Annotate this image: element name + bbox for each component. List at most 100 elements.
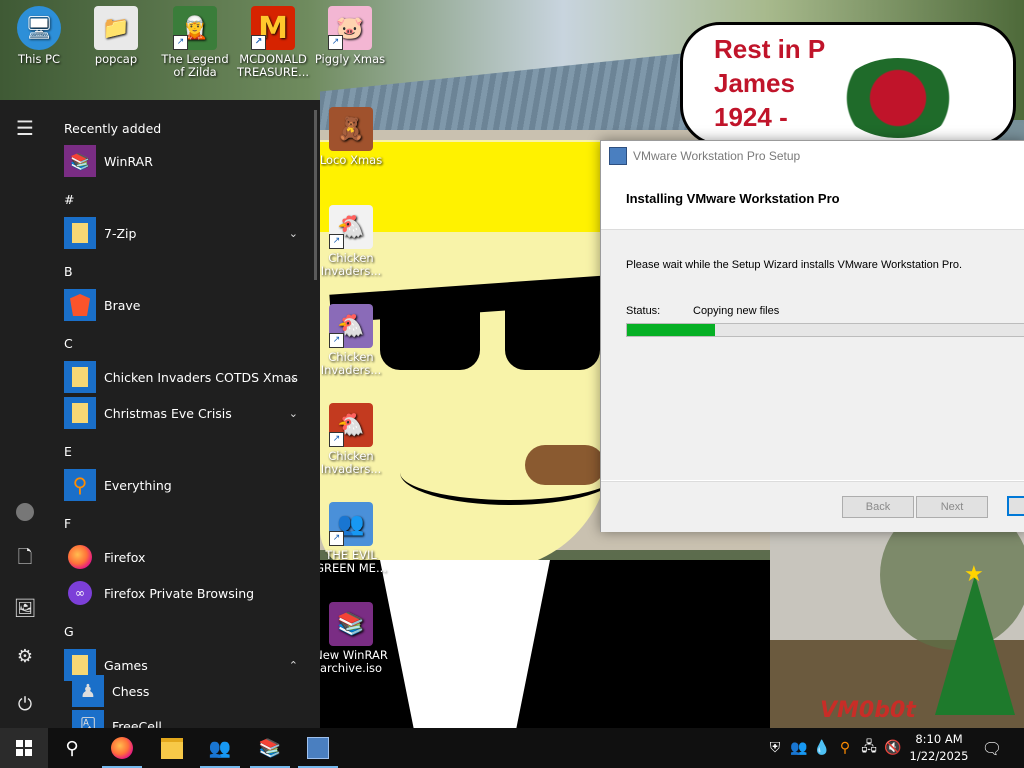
start-menu: ☰ 🗋 🖼 ⚙ ⏻ Recently added 📚 WinRAR # 7-Zi… — [0, 100, 320, 742]
section-header-b[interactable]: B — [64, 264, 73, 279]
taskbar-winrar[interactable]: 📚 — [246, 728, 294, 768]
pictures-button[interactable]: 🖼 — [0, 588, 50, 628]
app-item-7zip[interactable]: 7-Zip ⌄ — [64, 215, 310, 251]
setup-heading: Installing VMware Workstation Pro — [626, 191, 840, 206]
search-icon: ⚲ — [65, 737, 79, 759]
rip-line-1: Rest in P — [714, 34, 826, 64]
app-item-firefox[interactable]: Firefox — [64, 539, 310, 575]
firefox-icon — [111, 737, 133, 759]
app-item-chess[interactable]: ♟ Chess — [72, 675, 302, 707]
desktop-icon-mcdonald-treasure[interactable]: M ↗ MCDONALD TREASURE... — [235, 6, 311, 79]
cartoon-mouth — [400, 440, 620, 505]
taskbar-file-explorer[interactable] — [148, 728, 196, 768]
notification-icon[interactable]: 🗨 — [978, 728, 1006, 768]
section-header-c[interactable]: C — [64, 336, 73, 351]
desktop-icon-label: Chicken Invaders... — [320, 350, 382, 377]
folder-icon — [64, 217, 96, 249]
documents-button[interactable]: 🗋 — [0, 540, 50, 580]
setup-icon — [609, 147, 627, 165]
cartoon-glasses-left — [380, 300, 480, 370]
settings-button[interactable]: ⚙ — [0, 636, 50, 676]
chevron-down-icon: ⌄ — [288, 406, 298, 420]
progress-fill — [627, 324, 715, 336]
desktop-icon-legend-of-zilda[interactable]: 🧝 ↗ The Legend of Zilda — [157, 6, 233, 79]
app-label: Chicken Invaders COTDS Xmas — [104, 369, 298, 385]
desktop-icon-chicken-invaders-1[interactable]: 🐔 ↗ Chicken Invaders... — [313, 205, 389, 278]
folder-icon — [64, 361, 96, 393]
taskbar-firefox[interactable] — [98, 728, 146, 768]
folder-icon — [64, 397, 96, 429]
gear-icon: ⚙ — [16, 645, 34, 667]
chevron-up-icon: ⌃ — [288, 658, 298, 672]
taskbar-people-app[interactable]: 👥 — [196, 728, 244, 768]
tray-security-icon[interactable]: ⛨ — [764, 728, 786, 768]
watermark: VM0b0t — [820, 698, 916, 723]
window-titlebar[interactable]: VMware Workstation Pro Setup — [601, 141, 1024, 171]
desktop-icon-evil-green-me[interactable]: 👥 ↗ THE EVIL GREEN ME... — [313, 502, 389, 575]
app-item-christmas-eve-crisis[interactable]: Christmas Eve Crisis ⌄ — [64, 395, 310, 431]
windows-logo-icon — [16, 740, 32, 756]
desktop-icon-label: MCDONALD TREASURE... — [236, 52, 310, 79]
mcdonalds-icon: M ↗ — [251, 6, 295, 50]
private-browsing-icon: ∞ — [64, 577, 96, 609]
winrar-icon: 📚 — [64, 145, 96, 177]
app-item-firefox-private[interactable]: ∞ Firefox Private Browsing — [64, 575, 310, 611]
section-header-e[interactable]: E — [64, 444, 72, 459]
chicken-icon: 🐔 ↗ — [329, 304, 373, 348]
taskbar-search-button[interactable]: ⚲ — [48, 728, 96, 768]
desktop-icon-popcap[interactable]: 📁 popcap — [78, 6, 154, 66]
section-header-g[interactable]: G — [64, 624, 74, 639]
user-account-button[interactable] — [0, 492, 50, 532]
desktop-icon-chicken-invaders-2[interactable]: 🐔 ↗ Chicken Invaders... — [313, 304, 389, 377]
desktop-icon-piggly-xmas[interactable]: 🐷 ↗ Piggly Xmas — [312, 6, 388, 66]
start-menu-rail: ☰ 🗋 🖼 ⚙ ⏻ — [0, 100, 50, 728]
app-item-everything[interactable]: ⚲ Everything — [64, 467, 310, 503]
app-list-scrollbar[interactable] — [314, 110, 317, 280]
next-button[interactable]: Next — [916, 496, 988, 518]
cartoon-glasses-right — [505, 300, 600, 370]
chess-icon: ♟ — [72, 675, 104, 707]
back-button[interactable]: Back — [842, 496, 914, 518]
people-icon: 👥 ↗ — [329, 502, 373, 546]
app-item-winrar[interactable]: 📚 WinRAR — [64, 143, 310, 179]
tray-search-icon[interactable]: ⚲ — [834, 728, 856, 768]
power-button[interactable]: ⏻ — [0, 684, 50, 724]
pig-icon: 🐷 ↗ — [328, 6, 372, 50]
cancel-button[interactable] — [1007, 496, 1024, 516]
tray-drop-icon[interactable]: 💧 — [812, 728, 832, 768]
tray-people-icon[interactable]: 👥 — [788, 728, 810, 768]
setup-header: Installing VMware Workstation Pro — [601, 171, 1024, 230]
desktop-icon-label: New WinRAR archive.iso — [314, 648, 388, 675]
wreath-decoration — [838, 58, 958, 138]
desktop-icon-this-pc[interactable]: 🖥 This PC — [1, 6, 77, 66]
setup-footer: Back Next — [601, 481, 1024, 532]
network-icon[interactable]: 🖧 — [858, 728, 880, 768]
app-label: Games — [104, 657, 148, 673]
game-icon: 🧝 ↗ — [173, 6, 217, 50]
app-label: Christmas Eve Crisis — [104, 405, 232, 421]
desktop-icon-label: The Legend of Zilda — [161, 52, 229, 79]
start-button[interactable] — [0, 728, 48, 768]
app-item-brave[interactable]: Brave — [64, 287, 310, 323]
taskbar-vmware-setup[interactable] — [294, 728, 342, 768]
recently-added-header: Recently added — [64, 121, 162, 136]
taskbar-clock[interactable]: 8:10 AM 1/22/2025 — [908, 731, 970, 765]
desktop-icon-label: Loco Xmas — [319, 153, 383, 167]
app-label: 7-Zip — [104, 225, 137, 241]
clock-time: 8:10 AM — [915, 732, 963, 746]
folder-icon: 📁 — [94, 6, 138, 50]
status-value: Copying new files — [693, 305, 780, 317]
hamburger-menu-button[interactable]: ☰ — [0, 108, 50, 148]
bear-icon: 🧸 — [329, 107, 373, 151]
brave-icon — [64, 289, 96, 321]
desktop-icon-winrar-archive[interactable]: 📚 New WinRAR archive.iso — [313, 602, 389, 675]
chicken-icon: 🐔 ↗ — [329, 205, 373, 249]
app-item-chicken-invaders[interactable]: Chicken Invaders COTDS Xmas ⌄ — [64, 359, 310, 395]
desktop-icon-loco-xmas[interactable]: 🧸 Loco Xmas — [313, 107, 389, 167]
desktop-icon-chicken-invaders-3[interactable]: 🐔 ↗ Chicken Invaders... — [313, 403, 389, 476]
section-header-hash[interactable]: # — [64, 192, 74, 207]
desktop-icon-label: This PC — [17, 52, 61, 66]
section-header-f[interactable]: F — [64, 516, 71, 531]
volume-muted-icon[interactable]: 🔇 — [882, 728, 904, 768]
window-title: VMware Workstation Pro Setup — [633, 149, 801, 163]
